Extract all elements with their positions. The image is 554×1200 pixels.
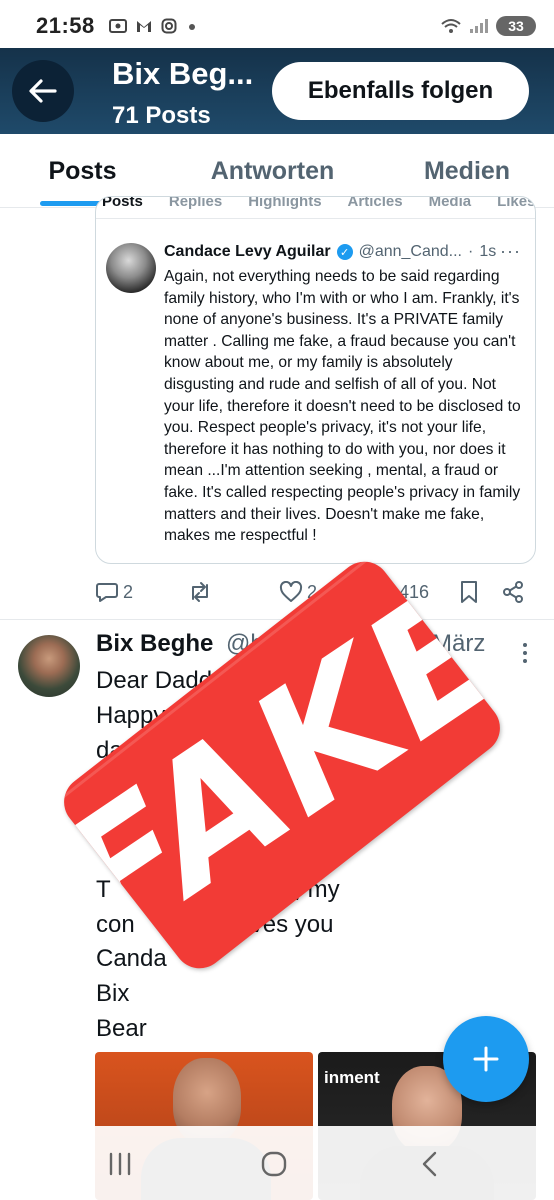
bookmark-icon	[461, 581, 477, 603]
reply-count: 2	[123, 581, 134, 602]
quoted-tab: Highlights	[248, 197, 322, 210]
bookmark-button[interactable]	[459, 574, 479, 610]
status-bar: 21:58 33	[0, 0, 554, 52]
back-nav-button[interactable]	[410, 1148, 450, 1180]
plus-icon	[473, 1046, 499, 1072]
system-navigation-bar	[0, 1126, 554, 1200]
follow-back-button[interactable]: Ebenfalls folgen	[272, 62, 529, 120]
arrow-left-icon	[29, 79, 57, 103]
quoted-screenshot-card[interactable]: Posts Replies Highlights Articles Media …	[95, 196, 536, 564]
repost-button[interactable]	[187, 574, 213, 610]
quoted-time: 1s	[479, 243, 497, 260]
author-name[interactable]: Bix Beghe	[96, 630, 213, 657]
profile-header: Bix Beg... 71 Posts Ebenfalls folgen	[0, 48, 554, 134]
instagram-icon	[161, 18, 177, 34]
tab-medien-label: Medien	[423, 156, 511, 185]
wifi-icon	[441, 19, 461, 33]
battery-icon: 33	[496, 16, 536, 36]
quoted-tabs: Posts Replies Highlights Articles Media …	[96, 197, 536, 219]
quoted-handle: @ann_Cand...	[358, 243, 462, 260]
home-icon	[261, 1151, 287, 1177]
quoted-text: Again, not everything needs to be said r…	[164, 268, 521, 545]
screenshot-icon	[108, 19, 127, 33]
media-text-label: inment	[324, 1068, 380, 1087]
quoted-separator: ·	[468, 243, 474, 260]
repost-icon	[192, 582, 208, 602]
quoted-author-name: Candace Levy Aguilar	[164, 243, 331, 260]
quoted-tab: Replies	[168, 197, 223, 210]
share-icon	[503, 581, 523, 603]
share-button[interactable]	[501, 574, 525, 610]
profile-name: Bix Beg...	[112, 56, 254, 91]
quoted-tab: Media	[428, 197, 472, 210]
tab-posts-label: Posts	[48, 156, 117, 185]
quoted-tab: Articles	[347, 197, 403, 210]
gmail-icon	[136, 21, 151, 32]
reply-icon	[96, 583, 118, 602]
more-dots-icon: ···	[500, 241, 521, 261]
chevron-left-icon	[422, 1151, 437, 1177]
more-options-icon[interactable]	[520, 636, 530, 664]
tweet-divider	[0, 619, 554, 620]
signal-icon	[470, 19, 488, 33]
tab-antworten-label: Antworten	[210, 156, 335, 185]
verified-badge-icon: ✓	[336, 244, 353, 260]
reply-button[interactable]: 2	[95, 574, 133, 610]
post-count: 71 Posts	[112, 102, 211, 129]
author-avatar[interactable]	[18, 635, 80, 697]
compose-fab-button[interactable]	[443, 1016, 529, 1102]
status-time: 21:58	[36, 13, 95, 38]
home-button[interactable]	[254, 1148, 294, 1180]
dot-icon	[188, 24, 195, 30]
recents-button[interactable]	[100, 1148, 140, 1180]
quoted-tab: Likes	[497, 197, 536, 210]
quoted-tab: Posts	[102, 197, 143, 210]
notification-icons	[108, 18, 177, 34]
quoted-header: Candace Levy Aguilar ✓ @ann_Cand... · 1s	[164, 243, 496, 261]
heart-icon	[279, 581, 303, 602]
back-button[interactable]	[12, 60, 74, 122]
recents-icon	[109, 1152, 131, 1176]
quoted-avatar	[106, 243, 156, 293]
